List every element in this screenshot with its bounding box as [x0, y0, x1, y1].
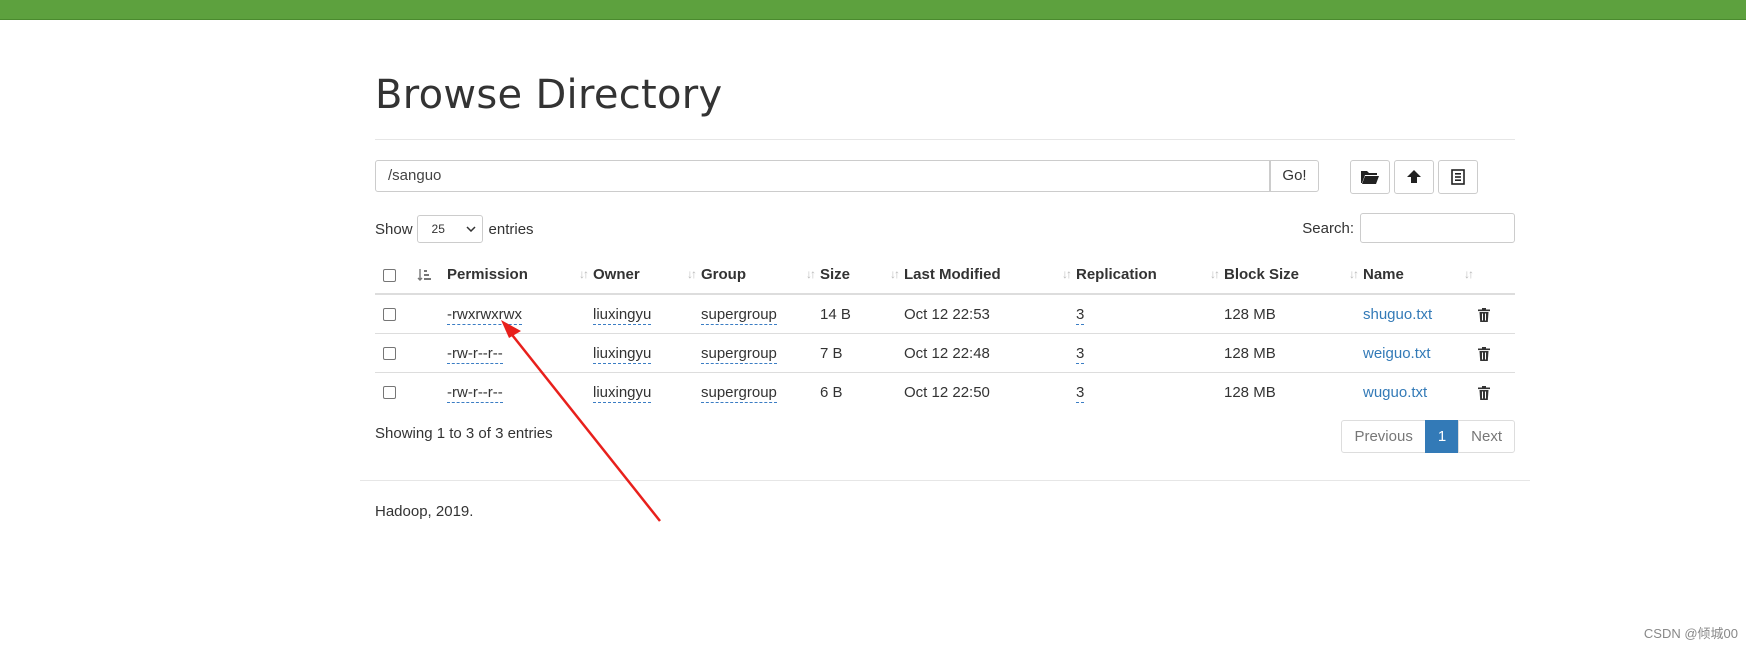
block-size-cell: 128 MB [1224, 293, 1363, 334]
column-header-block-size[interactable]: Block Size ↓↑ [1224, 256, 1363, 295]
column-header-replication[interactable]: Replication ↓↑ [1076, 256, 1224, 295]
footer: Hadoop, 2019. [375, 503, 474, 520]
block-size-cell: 128 MB [1224, 372, 1363, 411]
file-table: Permission ↓↑ Owner ↓↑ Group ↓↑ Size ↓↑ Last… [375, 256, 1515, 411]
modified-cell: Oct 12 22:53 [904, 293, 1076, 334]
title-divider [375, 139, 1515, 140]
modified-cell: Oct 12 22:50 [904, 372, 1076, 411]
sort-icon: ↓↑ [579, 267, 589, 281]
sort-icon: ↓↑ [806, 267, 816, 281]
group-link[interactable]: supergroup [701, 305, 777, 325]
chevron-down-icon [466, 226, 476, 232]
path-input[interactable]: /sanguo [375, 160, 1270, 192]
column-header-group[interactable]: Group ↓↑ [701, 256, 820, 295]
table-info: Showing 1 to 3 of 3 entries [375, 425, 553, 442]
column-header-size[interactable]: Size ↓↑ [820, 256, 904, 295]
column-header-owner[interactable]: Owner ↓↑ [593, 256, 701, 295]
search-label: Search: [1302, 219, 1354, 237]
sort-icon: ↓↑ [687, 267, 697, 281]
next-button[interactable]: Next [1458, 420, 1515, 453]
replication-link[interactable]: 3 [1076, 344, 1085, 364]
previous-button[interactable]: Previous [1341, 420, 1426, 453]
trash-icon[interactable] [1478, 346, 1490, 361]
owner-link[interactable]: liuxingyu [593, 305, 652, 325]
go-button[interactable]: Go! [1270, 160, 1319, 192]
table-row: -rwxrwxrwx liuxingyu supergroup 14 B Oct… [375, 293, 1515, 334]
row-checkbox[interactable] [383, 347, 396, 361]
search-input[interactable] [1360, 213, 1515, 243]
cut-paste-button[interactable] [1438, 160, 1478, 194]
file-name-link[interactable]: weiguo.txt [1363, 345, 1431, 362]
block-size-cell: 128 MB [1224, 333, 1363, 373]
sort-icon: ↓↑ [1062, 267, 1072, 281]
table-row: -rw-r--r-- liuxingyu supergroup 6 B Oct … [375, 372, 1515, 411]
select-all-checkbox[interactable] [383, 268, 396, 282]
entries-label: entries [488, 220, 534, 238]
folder-open-icon [1361, 171, 1379, 184]
page-title: Browse Directory [375, 72, 723, 118]
file-name-link[interactable]: wuguo.txt [1363, 384, 1427, 401]
page-length-control: Show 25 entries [375, 215, 534, 243]
sort-icon: ↓↑ [1210, 267, 1220, 281]
row-checkbox[interactable] [383, 308, 396, 322]
watermark: CSDN @倾城00 [1643, 626, 1738, 641]
permission-link[interactable]: -rw-r--r-- [447, 383, 503, 403]
sort-amount-icon [417, 269, 431, 281]
file-name-link[interactable]: shuguo.txt [1363, 306, 1432, 323]
owner-link[interactable]: liuxingyu [593, 383, 652, 403]
replication-link[interactable]: 3 [1076, 383, 1085, 403]
top-navbar [0, 0, 1746, 20]
table-row: -rw-r--r-- liuxingyu supergroup 7 B Oct … [375, 333, 1515, 373]
owner-link[interactable]: liuxingyu [593, 344, 652, 364]
page-size-select[interactable]: 25 [416, 215, 483, 243]
column-header-last-modified[interactable]: Last Modified ↓↑ [904, 256, 1076, 295]
list-icon [1451, 169, 1465, 185]
cloud-upload-icon [1407, 170, 1421, 183]
column-header-name[interactable]: Name ↓↑ [1363, 256, 1478, 295]
table-header-row: Permission ↓↑ Owner ↓↑ Group ↓↑ Size ↓↑ Last… [375, 256, 1515, 295]
pagination: Previous 1 Next [1341, 420, 1515, 453]
group-link[interactable]: supergroup [701, 383, 777, 403]
trash-icon[interactable] [1478, 307, 1490, 322]
group-link[interactable]: supergroup [701, 344, 777, 364]
column-header-actions [1478, 256, 1515, 295]
replication-link[interactable]: 3 [1076, 305, 1085, 325]
permission-link[interactable]: -rwxrwxrwx [447, 305, 522, 325]
trash-icon[interactable] [1478, 385, 1490, 400]
sort-icon: ↓↑ [890, 267, 900, 281]
create-directory-button[interactable] [1350, 160, 1390, 194]
footer-divider [360, 480, 1530, 481]
permission-link[interactable]: -rw-r--r-- [447, 344, 503, 364]
column-header-permission[interactable]: Permission ↓↑ [447, 256, 593, 295]
show-label: Show [375, 220, 413, 238]
page-1-button[interactable]: 1 [1424, 420, 1460, 453]
page-size-value: 25 [431, 222, 445, 236]
row-checkbox[interactable] [383, 386, 396, 400]
modified-cell: Oct 12 22:48 [904, 333, 1076, 373]
sort-column[interactable] [411, 256, 447, 295]
sort-icon: ↓↑ [1464, 267, 1474, 281]
size-cell: 6 B [820, 372, 904, 411]
sort-icon: ↓↑ [1349, 267, 1359, 281]
upload-button[interactable] [1394, 160, 1434, 194]
search-control: Search: [1302, 213, 1515, 243]
size-cell: 14 B [820, 293, 904, 334]
size-cell: 7 B [820, 333, 904, 373]
